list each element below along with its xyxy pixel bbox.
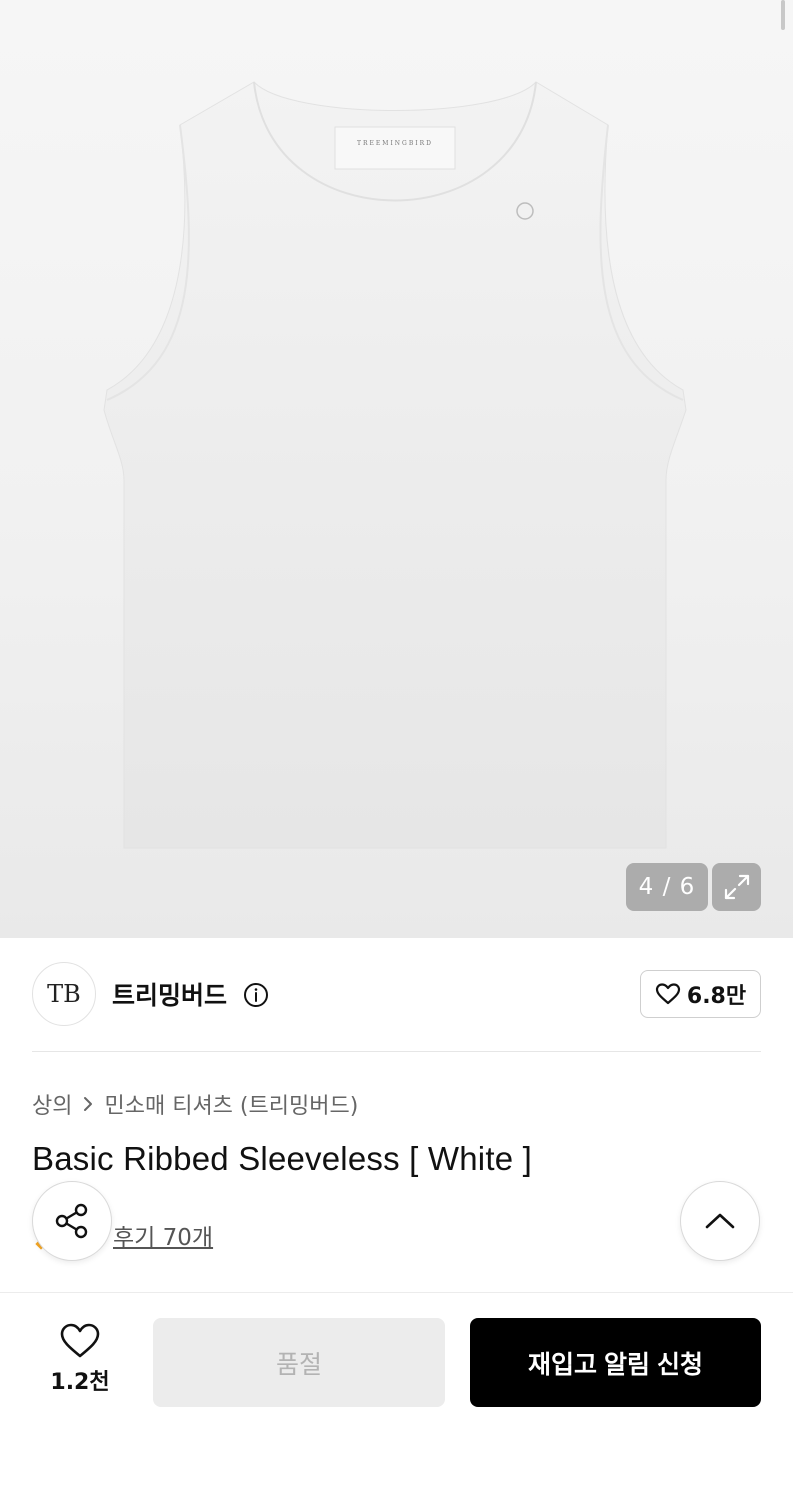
breadcrumb: 상의 민소매 티셔츠 (트리밍버드) [32,1088,358,1120]
brand-row: TB 트리밍버드 6.8만 [32,962,761,1027]
breadcrumb-subcategory[interactable]: 민소매 티셔츠 (트리밍버드) [104,1088,358,1120]
wish-count: 1.2천 [50,1370,110,1395]
share-button[interactable] [32,1181,112,1261]
heart-icon [60,1323,100,1358]
chevron-up-icon [705,1213,735,1229]
brand-name[interactable]: 트리밍버드 [112,976,227,1012]
expand-button[interactable] [712,863,761,911]
brand-logo[interactable]: TB [32,962,96,1026]
image-counter: 4 / 6 [626,863,708,911]
review-link[interactable]: 후기 70개 [113,1218,213,1252]
product-title: Basic Ribbed Sleeveless [ White ] [32,1140,532,1177]
brand-like-count: 6.8만 [686,984,747,1009]
breadcrumb-category[interactable]: 상의 [32,1088,72,1120]
share-icon [55,1203,88,1239]
wish-button[interactable]: 1.2천 [40,1322,120,1402]
info-icon[interactable] [243,982,269,1008]
chevron-right-icon [82,1096,94,1112]
garment-label-text: TREEMINGBIRD [357,140,433,147]
scrollbar[interactable] [781,0,785,30]
soldout-button[interactable]: 품절 [153,1318,445,1407]
brand-like-button[interactable]: 6.8만 [640,970,761,1018]
scroll-top-button[interactable] [680,1181,760,1261]
divider [32,1051,761,1052]
restock-alert-button[interactable]: 재입고 알림 신청 [470,1318,761,1407]
heart-icon [655,983,680,1005]
expand-icon [724,874,749,900]
bottom-bar-divider [0,1292,793,1293]
product-image-gallery[interactable]: TREEMINGBIRD 4 / 6 [0,0,793,938]
